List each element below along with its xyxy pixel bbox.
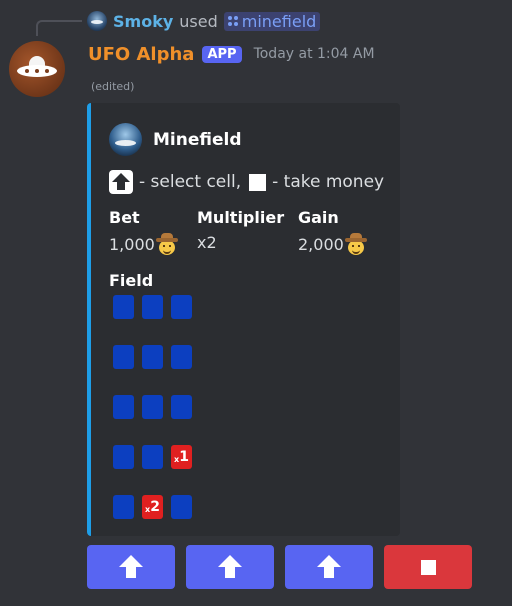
hidden-cell — [113, 395, 134, 419]
field-name: Multiplier — [197, 208, 285, 227]
app-badge: APP — [202, 45, 242, 63]
stop-square-icon — [420, 559, 436, 575]
up-arrow-icon — [218, 555, 242, 579]
hidden-cell — [171, 295, 192, 319]
field-name: Gain — [298, 208, 339, 227]
hidden-cell — [142, 395, 163, 419]
cell-multiplier: 2 — [150, 499, 160, 515]
reply-context: Smoky used minefield — [87, 10, 321, 32]
white-square-icon — [249, 173, 267, 191]
mine-multiplier-cell: x2 — [142, 495, 163, 519]
field-gain: Gain 2,000 — [298, 208, 367, 255]
hidden-cell — [171, 395, 192, 419]
legend: - select cell, - take money — [109, 170, 384, 194]
command-mention[interactable]: minefield — [223, 11, 321, 31]
author-name: Minefield — [153, 129, 242, 150]
timestamp[interactable]: Today at 1:04 AM — [254, 46, 375, 62]
embed-author: Minefield — [109, 123, 242, 156]
author-icon — [109, 123, 142, 156]
up-arrow-icon — [119, 555, 143, 579]
reply-username[interactable]: Smoky — [113, 12, 173, 31]
username[interactable]: UFO Alpha — [88, 44, 194, 65]
cowboy-face-icon — [155, 233, 178, 255]
select-cell-button[interactable] — [186, 545, 274, 589]
ufo-light — [25, 69, 29, 73]
cell-multiplier: 1 — [179, 449, 189, 465]
up-arrow-icon — [317, 555, 341, 579]
legend-select-text: - select cell, — [139, 172, 242, 192]
field-bet: Bet 1,000 — [109, 208, 178, 255]
take-money-button[interactable] — [384, 545, 472, 589]
ufo-light — [45, 69, 49, 73]
edited-label: (edited) — [91, 80, 135, 93]
embed: Minefield - select cell, - take money Be… — [87, 103, 400, 536]
bet-value: 1,000 — [109, 234, 155, 254]
hidden-cell — [171, 345, 192, 369]
field-name: Bet — [109, 208, 140, 227]
grid-dots-icon — [227, 16, 238, 26]
field-value: 2,000 — [298, 233, 367, 255]
message-header: UFO Alpha APP Today at 1:04 AM — [88, 41, 375, 67]
hidden-cell — [142, 445, 163, 469]
hidden-cell — [113, 495, 134, 519]
field-value: 1,000 — [109, 233, 178, 255]
gain-value: 2,000 — [298, 234, 344, 254]
hidden-cell — [113, 445, 134, 469]
legend-take-text: - take money — [272, 172, 385, 192]
up-arrow-icon — [109, 170, 133, 194]
field-value: x2 — [197, 233, 284, 252]
field-multiplier: Multiplier x2 — [197, 208, 284, 252]
reply-avatar[interactable] — [87, 11, 107, 31]
mine-multiplier-cell: x1 — [171, 445, 192, 469]
field-title: Field — [109, 271, 154, 290]
hidden-cell — [113, 295, 134, 319]
hidden-cell — [142, 295, 163, 319]
ufo-light — [35, 69, 39, 73]
select-cell-button[interactable] — [285, 545, 373, 589]
multiplier-value: x2 — [197, 233, 217, 252]
cowboy-face-icon — [344, 233, 367, 255]
hidden-cell — [142, 345, 163, 369]
reply-action: used — [179, 11, 218, 31]
command-name: minefield — [241, 11, 317, 31]
hidden-cell — [113, 345, 134, 369]
select-cell-button[interactable] — [87, 545, 175, 589]
avatar[interactable] — [9, 41, 65, 97]
reply-connector — [36, 20, 82, 36]
hidden-cell — [171, 495, 192, 519]
